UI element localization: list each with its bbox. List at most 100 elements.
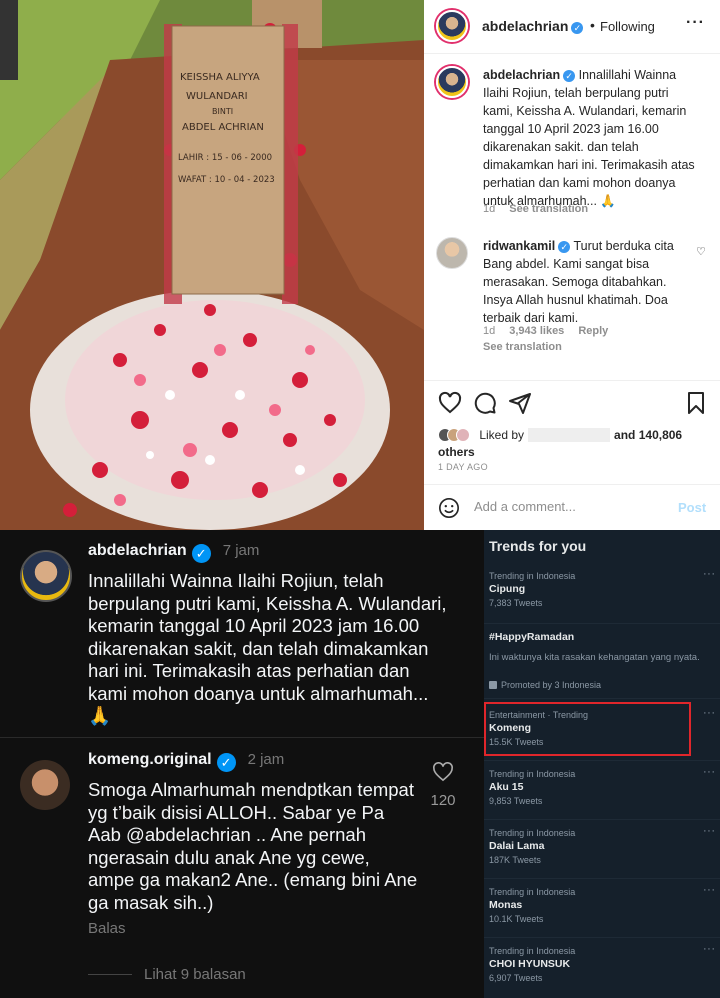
trend-more-icon[interactable]: ··· <box>703 943 716 955</box>
plaque-line-6: WAFAT : 10 - 04 - 2023 <box>178 175 275 185</box>
trend-category: Trending in Indonesia <box>489 769 576 779</box>
verified-badge-icon: ✓ <box>191 544 211 563</box>
following-button[interactable]: Following <box>600 19 655 34</box>
caption-avatar[interactable] <box>436 66 468 98</box>
trend-separator <box>484 878 720 879</box>
post-header: abdelachrian ✓ • Following ··· <box>424 0 720 54</box>
plaque-line-1: KEISSHA ALIYYA <box>180 72 260 83</box>
add-comment-input[interactable] <box>474 499 654 514</box>
caption-text: abdelachrian ✓ Innalillahi Wainna Ilaihi … <box>483 66 695 210</box>
trend-more-icon[interactable]: ··· <box>703 825 716 837</box>
caption-body: Innalillahi Wainna Ilaihi Rojiun, telah … <box>483 68 695 208</box>
threads-panel: abdelachrian ✓ 7 jam Innalillahi Wainna Il… <box>0 530 484 998</box>
liker-avatar[interactable] <box>456 428 470 442</box>
post-actions-bar <box>424 380 720 425</box>
instagram-post-window: KEISSHA ALIYYA WULANDARI BINTI ABDEL ACH… <box>0 0 720 530</box>
reply-author: komeng.original ✓ 2 jam <box>88 751 284 772</box>
like-heart-icon[interactable] <box>438 391 462 415</box>
reply-author-avatar[interactable] <box>20 760 70 810</box>
trend-name[interactable]: CHOI HYUNSUK <box>489 958 570 970</box>
comment-likes[interactable]: 3,943 likes <box>509 325 564 337</box>
reply-button[interactable]: Balas <box>88 920 126 937</box>
verified-badge-icon: ✓ <box>563 70 576 82</box>
commenter-avatar[interactable] <box>436 237 468 269</box>
thread-author-avatar[interactable] <box>20 550 72 602</box>
author-username[interactable]: abdelachrian ✓ <box>482 18 584 34</box>
plaque-line-5: LAHIR : 15 - 06 - 2000 <box>178 153 272 163</box>
reply-text: Smoga Almarhumah mendptkan tempat yg t’b… <box>88 779 418 913</box>
author-avatar[interactable] <box>436 10 468 42</box>
verified-badge-icon: ✓ <box>558 241 571 253</box>
trend-category: Trending in Indonesia <box>489 828 576 838</box>
trends-title: Trends for you <box>489 538 587 554</box>
trend-more-icon[interactable]: ··· <box>703 568 716 580</box>
trend-category: Trending in Indonesia <box>489 946 576 956</box>
thread-author-username[interactable]: abdelachrian <box>88 542 187 559</box>
trend-name[interactable]: Cipung <box>489 583 525 595</box>
trend-name[interactable]: Komeng <box>489 722 531 734</box>
trend-more-icon[interactable]: ··· <box>703 707 716 719</box>
trend-category: Entertainment · Trending <box>489 710 589 720</box>
add-comment-bar: Post <box>424 484 720 530</box>
trend-separator <box>484 760 720 761</box>
trend-name[interactable]: Aku 15 <box>489 781 523 793</box>
trend-count: 10.1K Tweets <box>489 914 544 924</box>
plaque-line-3: BINTI <box>212 107 233 116</box>
share-send-icon[interactable] <box>508 391 532 415</box>
trend-name[interactable]: #HappyRamadan <box>489 631 574 643</box>
comment-bubble-icon[interactable] <box>473 391 497 415</box>
commenter-username[interactable]: ridwankamil <box>483 239 555 253</box>
trend-more-icon[interactable]: ··· <box>703 766 716 778</box>
trend-category: Trending in Indonesia <box>489 887 576 897</box>
trend-category: Trending in Indonesia <box>489 571 576 581</box>
post-comment-button[interactable]: Post <box>678 500 706 515</box>
caption-username[interactable]: abdelachrian <box>483 68 560 82</box>
trend-separator <box>484 819 720 820</box>
save-bookmark-icon[interactable] <box>684 391 708 415</box>
comment-see-translation-link[interactable]: See translation <box>483 341 562 353</box>
reply-like-heart-icon[interactable] <box>428 762 458 787</box>
plaque-line-4: ABDEL ACHRIAN <box>182 122 264 133</box>
trend-count: 7,383 Tweets <box>489 598 543 608</box>
verified-badge-icon: ✓ <box>571 22 584 34</box>
reply-author-username[interactable]: komeng.original <box>88 751 212 768</box>
trend-count: 6,907 Tweets <box>489 973 543 983</box>
more-horizontal-icon[interactable]: ··· <box>686 14 705 32</box>
promoted-by-label: Promoted by 3 Indonesia <box>489 680 601 690</box>
emoji-icon[interactable] <box>438 497 460 519</box>
comment-like-heart-icon[interactable]: ♡ <box>696 245 706 258</box>
trend-separator <box>484 937 720 938</box>
likes-summary: Liked by and 140,806 others <box>438 427 714 461</box>
thread-divider <box>0 737 484 738</box>
likes-others[interactable]: others <box>438 445 475 459</box>
thread-text: Innalillahi Wainna Ilaihi Rojiun, telah … <box>88 570 447 726</box>
trend-count: 15.5K Tweets <box>489 737 544 747</box>
liked-by-label: Liked by <box>479 428 525 442</box>
trend-more-icon[interactable]: ··· <box>703 884 716 896</box>
thread-author: abdelachrian ✓ 7 jam <box>88 542 259 563</box>
caption-meta: 1d See translation <box>483 203 602 215</box>
comment-reply-link[interactable]: Reply <box>578 325 608 337</box>
likes-count[interactable]: and 140,806 <box>614 428 682 442</box>
author-username-text[interactable]: abdelachrian <box>482 18 568 34</box>
view-replies-link[interactable]: Lihat 9 balasan <box>144 966 246 983</box>
grave-photo: KEISSHA ALIYYA WULANDARI BINTI ABDEL ACH… <box>0 0 424 530</box>
comment-text: ridwankamil ✓ Turut berduka cita Bang abd… <box>483 237 695 327</box>
promoted-description: Ini waktunya kita rasakan kehangatan yan… <box>489 652 700 663</box>
trend-count: 187K Tweets <box>489 855 541 865</box>
comment-meta: 1d 3,943 likes Reply <box>483 325 622 337</box>
reply-like-count: 120 <box>430 792 456 809</box>
redacted-username <box>528 428 611 442</box>
verified-badge-icon: ✓ <box>216 753 236 772</box>
caption-age: 1d <box>483 203 496 215</box>
comment-age: 1d <box>483 325 496 337</box>
comment-translation-row: See translation <box>483 341 576 353</box>
see-translation-link[interactable]: See translation <box>509 203 588 215</box>
thread-time: 7 jam <box>222 542 260 559</box>
reply-time: 2 jam <box>247 751 285 768</box>
trend-separator <box>484 698 720 699</box>
trend-separator <box>484 623 720 624</box>
trend-name[interactable]: Monas <box>489 899 522 911</box>
trend-name[interactable]: Dalai Lama <box>489 840 544 852</box>
instagram-sidebar: abdelachrian ✓ • Following ··· abdelachri… <box>424 0 720 530</box>
